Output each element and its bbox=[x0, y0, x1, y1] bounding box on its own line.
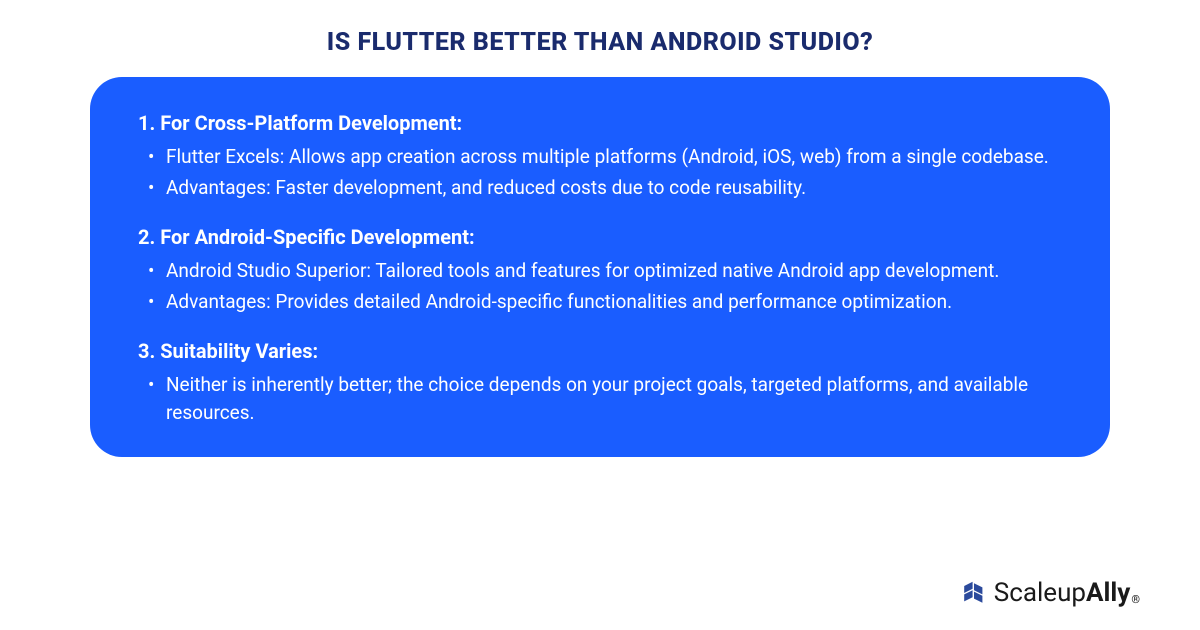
section-cross-platform: 1. For Cross-Platform Development: Flutt… bbox=[138, 109, 1062, 201]
section-heading: 2. For Android-Specific Development: bbox=[138, 223, 1062, 251]
list-item: Flutter Excels: Allows app creation acro… bbox=[166, 143, 1062, 171]
bullet-list: Flutter Excels: Allows app creation acro… bbox=[138, 143, 1062, 201]
list-item: Android Studio Superior: Tailored tools … bbox=[166, 257, 1062, 285]
content-card: 1. For Cross-Platform Development: Flutt… bbox=[90, 77, 1110, 457]
brand-icon bbox=[960, 579, 988, 607]
brand-name: ScaleupAlly® bbox=[994, 578, 1140, 608]
list-item: Neither is inherently better; the choice… bbox=[166, 371, 1062, 426]
brand-logo: ScaleupAlly® bbox=[960, 578, 1140, 608]
registered-mark: ® bbox=[1131, 593, 1140, 606]
brand-name-part1: Scaleup bbox=[994, 578, 1086, 608]
list-item: Advantages: Provides detailed Android-sp… bbox=[166, 288, 1062, 316]
brand-name-part2: Ally bbox=[1086, 578, 1130, 608]
section-suitability: 3. Suitability Varies: Neither is inhere… bbox=[138, 337, 1062, 426]
section-heading: 1. For Cross-Platform Development: bbox=[138, 109, 1062, 137]
section-heading: 3. Suitability Varies: bbox=[138, 337, 1062, 365]
section-android-specific: 2. For Android-Specific Development: And… bbox=[138, 223, 1062, 315]
list-item: Advantages: Faster development, and redu… bbox=[166, 174, 1062, 202]
page-title: IS FLUTTER BETTER THAN ANDROID STUDIO? bbox=[0, 0, 1200, 77]
bullet-list: Android Studio Superior: Tailored tools … bbox=[138, 257, 1062, 315]
bullet-list: Neither is inherently better; the choice… bbox=[138, 371, 1062, 426]
